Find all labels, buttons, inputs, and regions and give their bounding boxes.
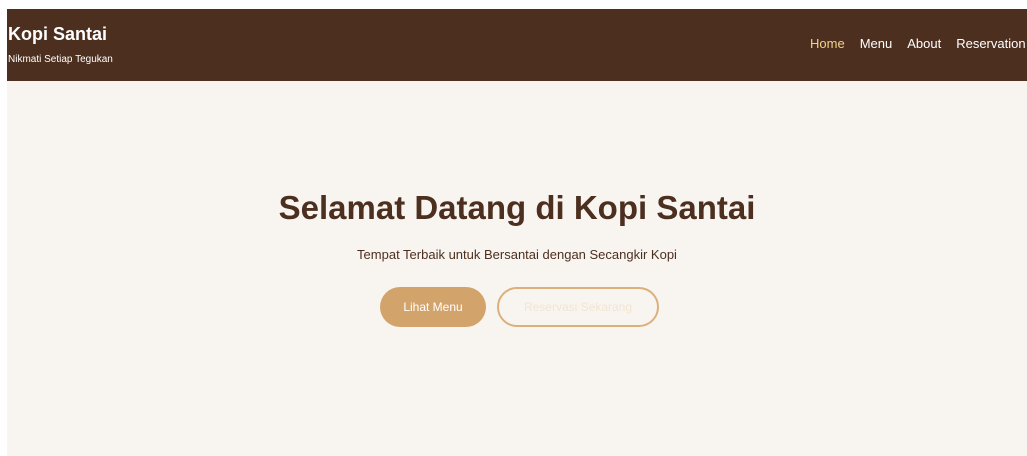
- nav-link-about[interactable]: About: [907, 36, 941, 52]
- nav-link-home[interactable]: Home: [810, 36, 845, 52]
- hero-subtitle: Tempat Terbaik untuk Bersantai dengan Se…: [357, 247, 677, 262]
- nav-link-reservation[interactable]: Reservation: [956, 36, 1025, 52]
- reserve-now-button[interactable]: Reservasi Sekarang: [497, 287, 659, 327]
- brand[interactable]: Kopi Santai Nikmati Setiap Tegukan: [8, 23, 113, 67]
- hero-title: Selamat Datang di Kopi Santai: [278, 189, 756, 226]
- hero-section: Selamat Datang di Kopi Santai Tempat Ter…: [7, 81, 1027, 456]
- nav-link-menu[interactable]: Menu: [860, 36, 893, 52]
- nav-links: Home Menu About Reservation: [810, 36, 1026, 52]
- page-frame: Kopi Santai Nikmati Setiap Tegukan Home …: [7, 9, 1027, 456]
- brand-title: Kopi Santai: [8, 24, 108, 44]
- view-menu-button[interactable]: Lihat Menu: [380, 287, 486, 327]
- brand-tagline: Nikmati Setiap Tegukan: [8, 54, 113, 65]
- navbar: Kopi Santai Nikmati Setiap Tegukan Home …: [7, 9, 1027, 81]
